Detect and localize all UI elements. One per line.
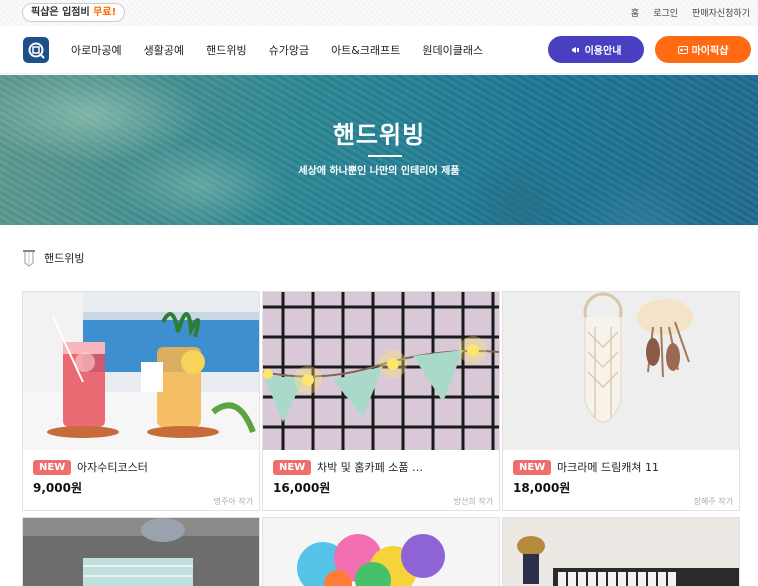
product-image-piano-decor[interactable] [503, 518, 739, 586]
hero-title: 핸드위빙 [332, 121, 426, 149]
product-info: NEW 마크라메 드림캐쳐 11 18,000원 장혜주 작가 [503, 450, 739, 510]
home-link[interactable]: 홈 [631, 6, 639, 19]
category-nav: 아로마공예 생활공예 핸드위빙 슈가앙금 아트&크래프트 원데이클래스 [71, 26, 483, 74]
product-card[interactable] [22, 517, 260, 586]
knitting-background-image [0, 75, 758, 225]
product-price: 18,000원 [513, 481, 571, 495]
product-author: 명주아 작가 [213, 497, 253, 506]
my-page-button[interactable]: 마이픽샵 [655, 36, 751, 63]
product-image-pompom[interactable] [263, 518, 499, 586]
breadcrumb-label: 핸드위빙 [44, 252, 85, 265]
megaphone-icon [571, 46, 579, 53]
product-card[interactable]: NEW 마크라메 드림캐쳐 11 18,000원 장혜주 작가 [502, 291, 740, 511]
guide-button-label: 이용안내 [584, 46, 622, 57]
product-card[interactable]: NEW 아자수티코스터 9,000원 명주아 작가 [22, 291, 260, 511]
promo-pill: 픽샵은 입점비 무료! [22, 3, 126, 22]
new-badge: NEW [273, 460, 312, 475]
product-name[interactable]: 마크라메 드림캐쳐 11 [557, 459, 733, 475]
top-bar: 픽샵은 입점비 무료! 홈 로그인 판매자신청하기 [0, 0, 758, 26]
login-link[interactable]: 로그인 [653, 6, 678, 19]
product-image-garland[interactable] [263, 292, 499, 450]
product-author: 방선희 작가 [453, 497, 493, 506]
new-badge: NEW [33, 460, 72, 475]
product-info: NEW 아자수티코스터 9,000원 명주아 작가 [23, 450, 259, 510]
top-links: 홈 로그인 판매자신청하기 [631, 6, 750, 19]
product-card[interactable] [262, 517, 500, 586]
product-name[interactable]: 아자수티코스터 [77, 459, 253, 475]
id-card-icon [677, 45, 688, 54]
product-card[interactable] [502, 517, 740, 586]
product-name[interactable]: 차박 및 홈카페 소품 … [317, 459, 493, 475]
nav-handweaving[interactable]: 핸드위빙 [206, 42, 246, 58]
product-price: 9,000원 [33, 481, 82, 495]
promo-highlight: 무료! [93, 7, 117, 18]
nav-oneday[interactable]: 원데이클래스 [422, 42, 483, 58]
category-hero-banner: 핸드위빙 세상에 하나뿐인 나만의 인테리어 제품 [0, 75, 758, 225]
weaving-category-icon [23, 250, 35, 267]
guide-button[interactable]: 이용안내 [548, 36, 644, 63]
product-info: NEW 차박 및 홈카페 소품 … 16,000원 방선희 작가 [263, 450, 499, 510]
product-author: 장혜주 작가 [693, 497, 733, 506]
hero-subtitle: 세상에 하나뿐인 나만의 인테리어 제품 [298, 166, 460, 177]
product-image-knit-mat[interactable] [23, 518, 259, 586]
product-image-dreamcatcher[interactable] [503, 292, 739, 450]
breadcrumb: 핸드위빙 [22, 249, 84, 267]
new-badge: NEW [513, 460, 552, 475]
seller-apply-link[interactable]: 판매자신청하기 [692, 6, 750, 19]
my-button-label: 마이픽샵 [691, 46, 729, 57]
product-card[interactable]: NEW 차박 및 홈카페 소품 … 16,000원 방선희 작가 [262, 291, 500, 511]
main-header: 아로마공예 생활공예 핸드위빙 슈가앙금 아트&크래프트 원데이클래스 이용안내… [0, 26, 758, 74]
nav-aroma[interactable]: 아로마공예 [71, 42, 122, 58]
hero-divider [368, 155, 402, 157]
product-image-coaster[interactable] [23, 292, 259, 450]
promo-text: 픽샵은 입점비 [31, 7, 94, 18]
product-price: 16,000원 [273, 481, 331, 495]
nav-living[interactable]: 생활공예 [144, 42, 184, 58]
pixshop-logo-icon[interactable] [23, 37, 49, 63]
nav-sugar[interactable]: 슈가앙금 [269, 42, 309, 58]
nav-artcraft[interactable]: 아트&크래프트 [331, 42, 400, 58]
